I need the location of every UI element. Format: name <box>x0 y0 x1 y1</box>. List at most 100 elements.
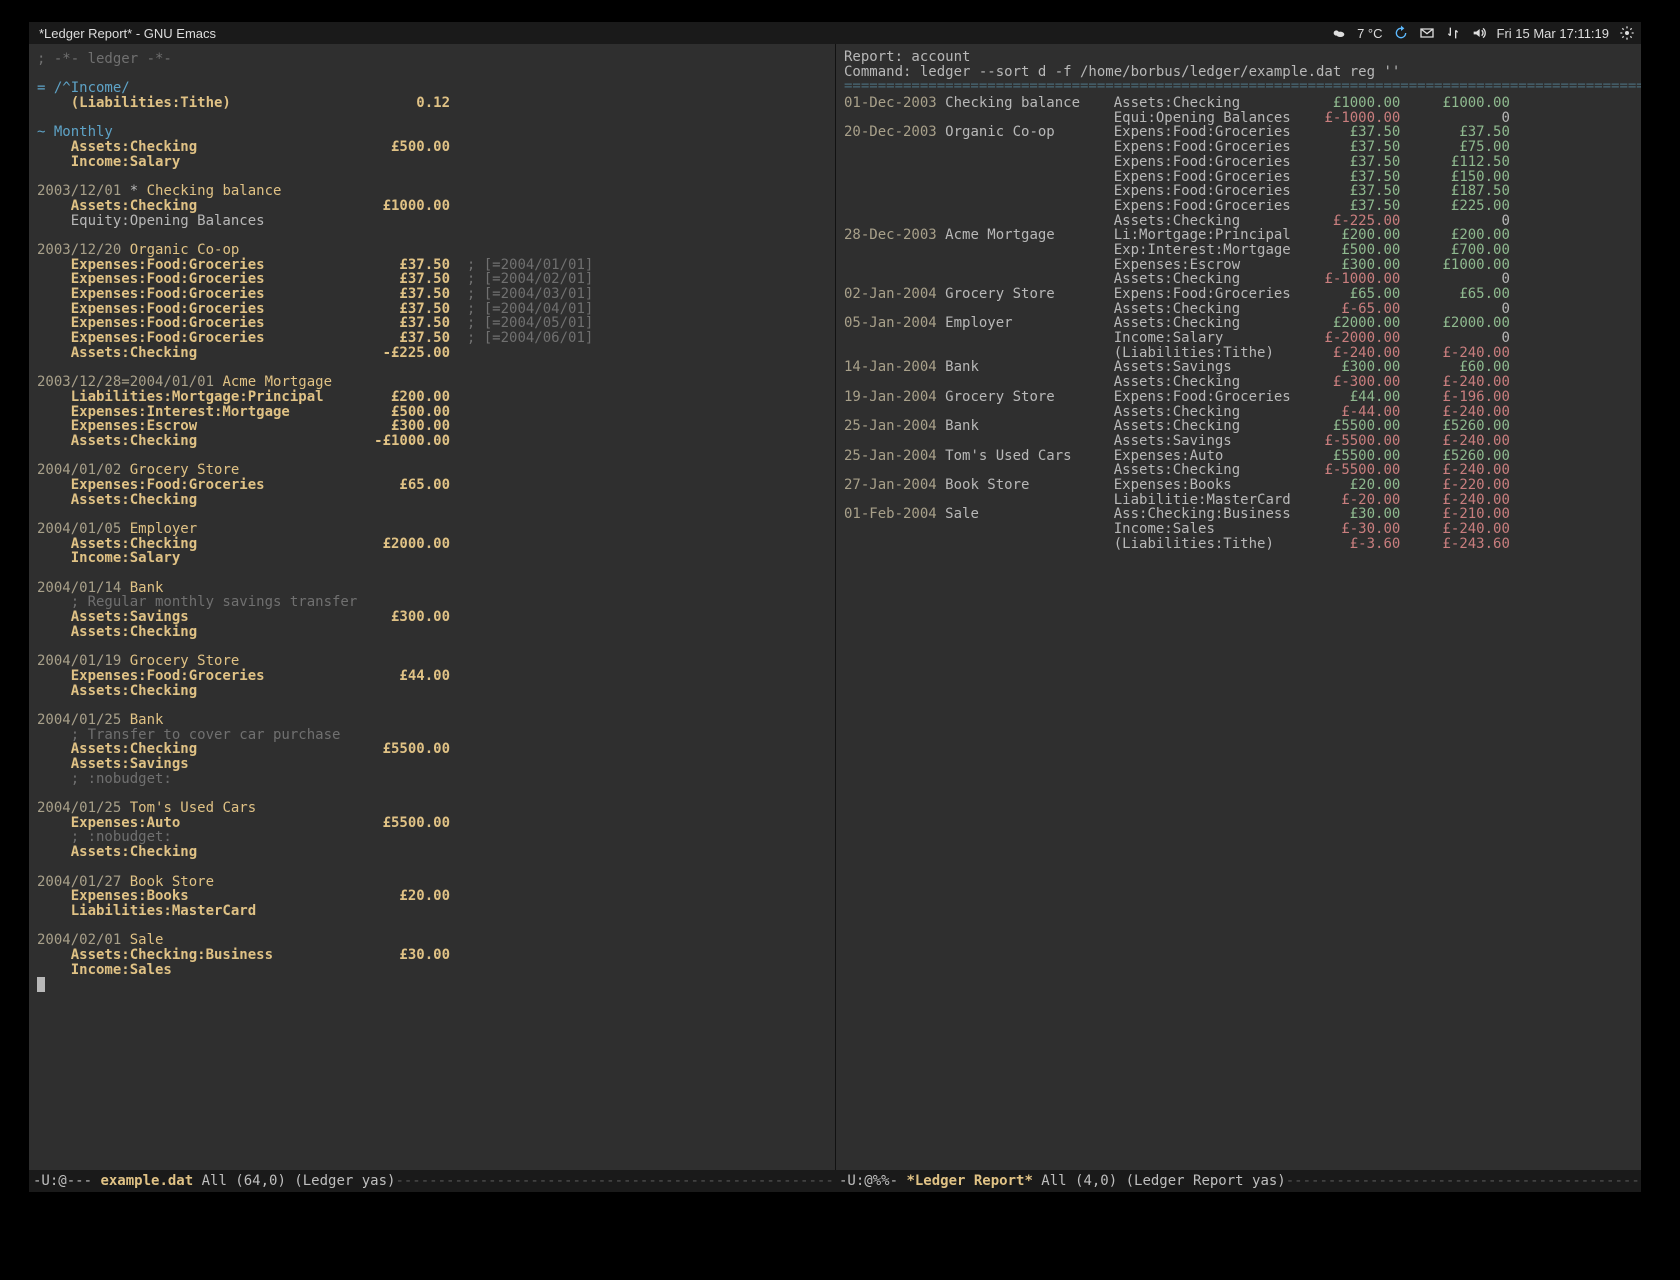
source-line: Assets:Savings £300.00 <box>37 610 827 625</box>
report-row: Assets:Checking £-300.00 £-240.00 <box>844 375 1633 390</box>
source-line: Assets:Checking <box>37 493 827 508</box>
report-row: Assets:Checking £-44.00 £-240.00 <box>844 405 1633 420</box>
source-line <box>37 360 827 375</box>
source-line: Expenses:Food:Groceries £37.50 ; [=2004/… <box>37 302 827 317</box>
modeline-dash: ----------------------------------------… <box>395 1173 835 1189</box>
source-line: Expenses:Food:Groceries £37.50 ; [=2004/… <box>37 258 827 273</box>
source-line: Expenses:Food:Groceries £44.00 <box>37 669 827 684</box>
source-line: 2003/12/20 Organic Co-op <box>37 243 827 258</box>
right-buffer-content: 01-Dec-2003 Checking balance Assets:Chec… <box>844 96 1633 551</box>
source-line: 2004/01/14 Bank <box>37 581 827 596</box>
modeline-right-post: All (4,0) (Ledger Report yas) <box>1033 1173 1286 1189</box>
editor-panes: ; -*- ledger -*- = /^Income/ (Liabilitie… <box>29 44 1641 1170</box>
report-row: Assets:Checking £-65.00 0 <box>844 302 1633 317</box>
report-row: Expens:Food:Groceries £37.50 £150.00 <box>844 170 1633 185</box>
source-line: Assets:Checking:Business £30.00 <box>37 948 827 963</box>
report-row: Assets:Savings £-5500.00 £-240.00 <box>844 434 1633 449</box>
window-title: *Ledger Report* - GNU Emacs <box>39 26 216 41</box>
report-row: Expens:Food:Groceries £37.50 £112.50 <box>844 155 1633 170</box>
desktop-topbar: *Ledger Report* - GNU Emacs 7 °C Fri 15 … <box>29 22 1641 44</box>
report-row: Assets:Checking £-225.00 0 <box>844 214 1633 229</box>
report-row: 14-Jan-2004 Bank Assets:Savings £300.00 … <box>844 360 1633 375</box>
source-line: Expenses:Books £20.00 <box>37 889 827 904</box>
report-row: 05-Jan-2004 Employer Assets:Checking £20… <box>844 316 1633 331</box>
report-row: 01-Dec-2003 Checking balance Assets:Chec… <box>844 96 1633 111</box>
modeline-right[interactable]: -U:@%%- *Ledger Report* All (4,0) (Ledge… <box>835 1173 1641 1189</box>
report-row: Liabilitie:MasterCard £-20.00 £-240.00 <box>844 493 1633 508</box>
source-line: 2004/01/19 Grocery Store <box>37 654 827 669</box>
report-row: Assets:Checking £-5500.00 £-240.00 <box>844 463 1633 478</box>
modeline-left-post: All (64,0) (Ledger yas) <box>193 1173 395 1189</box>
source-line: Expenses:Food:Groceries £65.00 <box>37 478 827 493</box>
source-line: Expenses:Interest:Mortgage £500.00 <box>37 405 827 420</box>
source-line: Assets:Checking £5500.00 <box>37 742 827 757</box>
report-row: Income:Sales £-30.00 £-240.00 <box>844 522 1633 537</box>
source-line: Liabilities:Mortgage:Principal £200.00 <box>37 390 827 405</box>
source-line <box>37 640 827 655</box>
clock-text: Fri 15 Mar 17:11:19 <box>1497 26 1609 41</box>
source-line: Assets:Savings <box>37 757 827 772</box>
report-title: Report: account <box>844 50 1633 65</box>
report-row: 25-Jan-2004 Tom's Used Cars Expenses:Aut… <box>844 449 1633 464</box>
report-row: (Liabilities:Tithe) £-240.00 £-240.00 <box>844 346 1633 361</box>
modeline-right-filename: *Ledger Report* <box>906 1173 1032 1189</box>
source-line: 2004/01/05 Employer <box>37 522 827 537</box>
source-line: Income:Salary <box>37 551 827 566</box>
network-icon[interactable] <box>1445 25 1461 41</box>
report-row: 20-Dec-2003 Organic Co-op Expens:Food:Gr… <box>844 125 1633 140</box>
source-line <box>37 170 827 185</box>
report-row: 19-Jan-2004 Grocery Store Expens:Food:Gr… <box>844 390 1633 405</box>
report-row: Expenses:Escrow £300.00 £1000.00 <box>844 258 1633 273</box>
source-line <box>37 698 827 713</box>
settings-icon[interactable] <box>1619 25 1635 41</box>
report-row: 01-Feb-2004 Sale Ass:Checking:Business £… <box>844 507 1633 522</box>
source-line: Expenses:Food:Groceries £37.50 ; [=2004/… <box>37 272 827 287</box>
source-line <box>37 111 827 126</box>
source-line: Assets:Checking <box>37 845 827 860</box>
source-line: 2004/01/25 Bank <box>37 713 827 728</box>
ledger-report-buffer[interactable]: Report: account Command: ledger --sort d… <box>835 44 1641 1170</box>
source-line: Assets:Checking £1000.00 <box>37 199 827 214</box>
modeline-left-filename: example.dat <box>100 1173 193 1189</box>
source-line: ~ Monthly <box>37 125 827 140</box>
report-command: Command: ledger --sort d -f /home/borbus… <box>844 65 1633 80</box>
source-line: ; Transfer to cover car purchase <box>37 728 827 743</box>
source-line: ; Regular monthly savings transfer <box>37 595 827 610</box>
ledger-source-buffer[interactable]: ; -*- ledger -*- = /^Income/ (Liabilitie… <box>29 44 835 1170</box>
report-row: Expens:Food:Groceries £37.50 £187.50 <box>844 184 1633 199</box>
source-line <box>37 228 827 243</box>
text-cursor <box>37 977 45 992</box>
source-line <box>37 67 827 82</box>
modeline-left[interactable]: -U:@--- example.dat All (64,0) (Ledger y… <box>29 1173 835 1189</box>
source-line: Expenses:Auto £5500.00 <box>37 816 827 831</box>
source-line: Assets:Checking £2000.00 <box>37 537 827 552</box>
source-line <box>37 786 827 801</box>
source-line: Expenses:Food:Groceries £37.50 ; [=2004/… <box>37 316 827 331</box>
source-line: ; :nobudget: <box>37 830 827 845</box>
source-line: ; :nobudget: <box>37 772 827 787</box>
report-row: (Liabilities:Tithe) £-3.60 £-243.60 <box>844 537 1633 552</box>
report-rule: ========================================… <box>844 79 1633 94</box>
source-line: (Liabilities:Tithe) 0.12 <box>37 96 827 111</box>
source-line: Expenses:Food:Groceries £37.50 ; [=2004/… <box>37 287 827 302</box>
source-line: Assets:Checking -£225.00 <box>37 346 827 361</box>
source-line: Assets:Checking <box>37 625 827 640</box>
report-row: Assets:Checking £-1000.00 0 <box>844 272 1633 287</box>
modeline-right-pre: -U:@%%- <box>839 1173 906 1189</box>
source-line: Income:Sales <box>37 963 827 978</box>
volume-icon[interactable] <box>1471 25 1487 41</box>
source-line: Assets:Checking £500.00 <box>37 140 827 155</box>
source-line: Expenses:Food:Groceries £37.50 ; [=2004/… <box>37 331 827 346</box>
report-row: 25-Jan-2004 Bank Assets:Checking £5500.0… <box>844 419 1633 434</box>
report-row: 28-Dec-2003 Acme Mortgage Li:Mortgage:Pr… <box>844 228 1633 243</box>
source-line: Income:Salary <box>37 155 827 170</box>
weather-icon[interactable] <box>1331 25 1347 41</box>
refresh-icon[interactable] <box>1393 25 1409 41</box>
source-line: 2004/01/25 Tom's Used Cars <box>37 801 827 816</box>
source-line <box>37 860 827 875</box>
weather-text: 7 °C <box>1357 26 1382 41</box>
report-row: Expens:Food:Groceries £37.50 £225.00 <box>844 199 1633 214</box>
source-line: 2004/01/02 Grocery Store <box>37 463 827 478</box>
source-line: Equity:Opening Balances <box>37 214 827 229</box>
mail-icon[interactable] <box>1419 25 1435 41</box>
